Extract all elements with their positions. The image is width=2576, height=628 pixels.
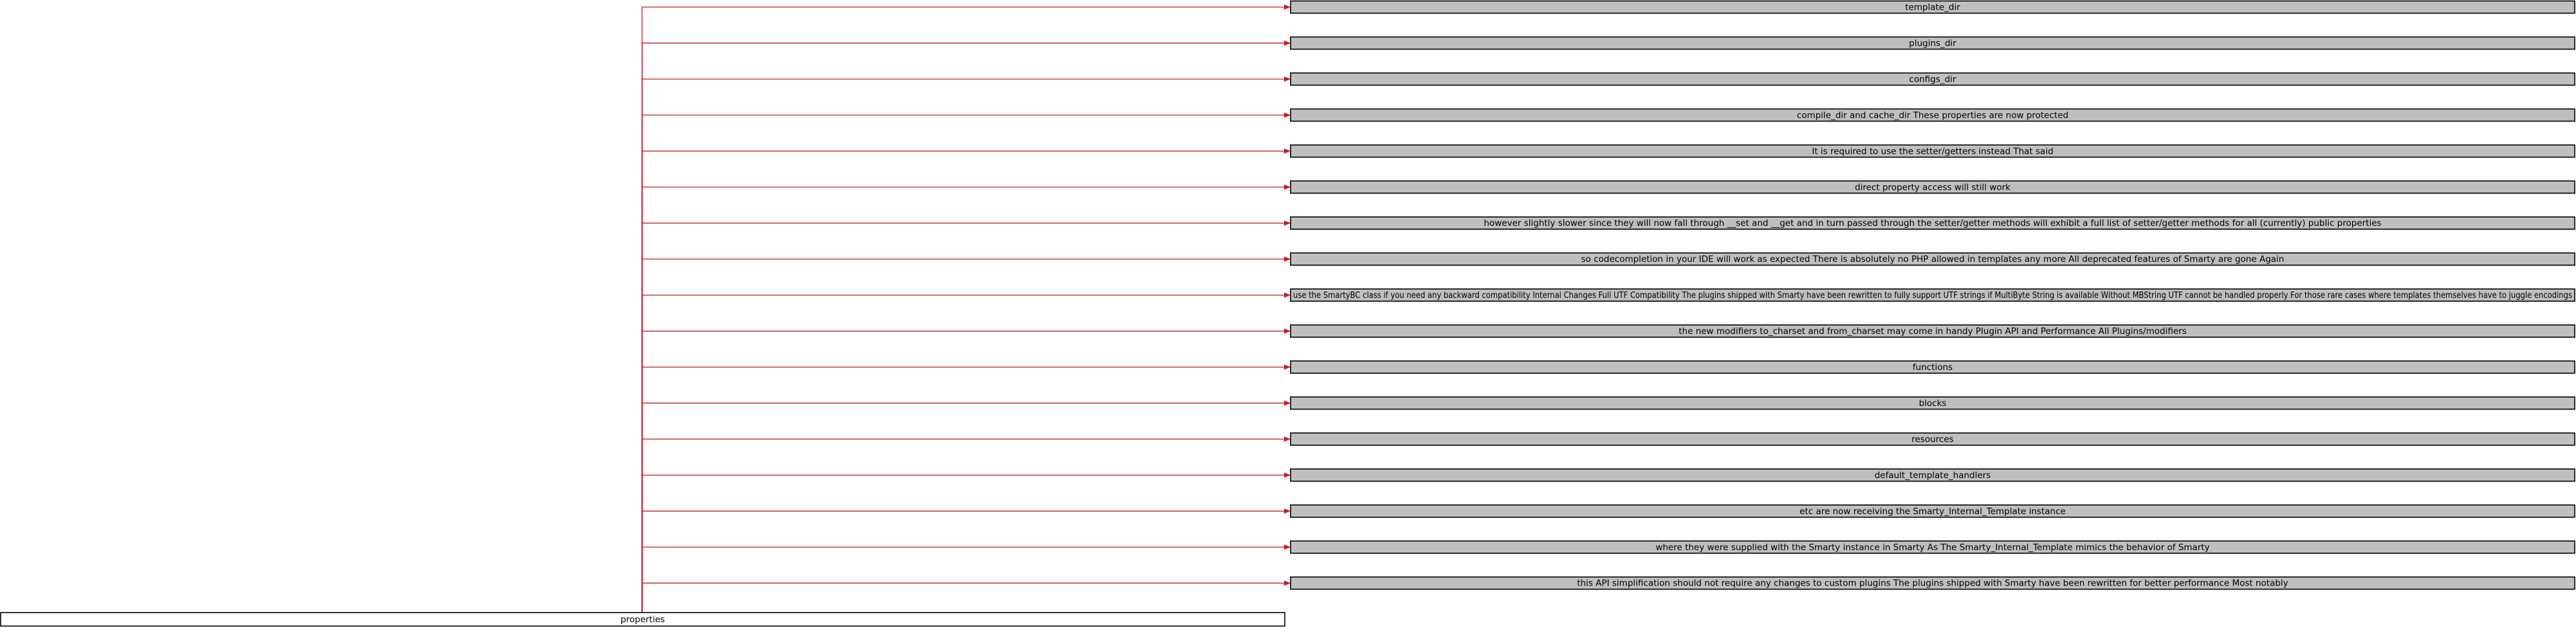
- dependency-node[interactable]: plugins_dir: [1290, 36, 2575, 50]
- dependency-node-label: template_dir: [1905, 3, 1960, 13]
- dependency-node-label: etc are now receiving the Smarty_Interna…: [1799, 506, 2066, 517]
- dependency-node[interactable]: configs_dir: [1290, 72, 2575, 86]
- edge-arrowhead: [1284, 76, 1291, 82]
- dependency-edge: [641, 6, 1285, 613]
- dependency-node[interactable]: use the SmartyBC class if you need any b…: [1290, 288, 2575, 302]
- edge-arrowhead: [1284, 5, 1291, 10]
- dependency-node[interactable]: however slightly slower since they will …: [1290, 216, 2575, 230]
- dependency-edge: [641, 294, 1285, 613]
- dependency-edge: [641, 223, 1285, 613]
- dependency-node-label: blocks: [1919, 398, 1947, 409]
- dependency-node-label: resources: [1911, 434, 1953, 445]
- dependency-node[interactable]: this API simplification should not requi…: [1290, 576, 2575, 590]
- edge-arrowhead: [1284, 220, 1291, 226]
- dependency-node[interactable]: the new modifiers to_charset and from_ch…: [1290, 324, 2575, 338]
- dependency-edge: [641, 582, 1285, 613]
- edge-arrowhead: [1284, 544, 1291, 550]
- edge-arrowhead: [1284, 328, 1291, 334]
- edge-arrowhead: [1284, 472, 1291, 478]
- dependency-edge: [641, 438, 1285, 613]
- dependency-node-label: this API simplification should not requi…: [1577, 578, 2288, 589]
- dependency-node[interactable]: so codecompletion in your IDE will work …: [1290, 252, 2575, 266]
- dependency-node[interactable]: compile_dir and cache_dir These properti…: [1290, 108, 2575, 122]
- dependency-edge: [641, 366, 1285, 613]
- dependency-node-label: the new modifiers to_charset and from_ch…: [1679, 326, 2186, 337]
- node-layer: template_dir plugins_dir configs_dircompil…: [1290, 0, 2575, 590]
- dependency-node-label: however slightly slower since they will …: [1484, 218, 2381, 228]
- edge-arrowhead: [1284, 436, 1291, 442]
- edge-arrowhead: [1284, 400, 1291, 406]
- dependency-edge: [641, 402, 1285, 613]
- dependency-node-label: so codecompletion in your IDE will work …: [1581, 254, 2285, 264]
- root-node[interactable]: properties: [0, 612, 1285, 627]
- dependency-node[interactable]: resources: [1290, 432, 2575, 446]
- edge-arrowhead: [1284, 112, 1291, 118]
- dependency-diagram: template_dir plugins_dir configs_dircompil…: [0, 0, 2575, 627]
- dependency-node-label: where they were supplied with the Smarty…: [1655, 542, 2209, 553]
- edge-arrowhead: [1284, 508, 1291, 514]
- dependency-edge: [641, 474, 1285, 613]
- dependency-node-label: plugins_dir: [1909, 38, 1956, 48]
- dependency-node[interactable]: template_dir: [1290, 0, 2575, 14]
- dependency-edge: [641, 510, 1285, 613]
- dependency-node[interactable]: etc are now receiving the Smarty_Interna…: [1290, 504, 2575, 518]
- dependency-edge: [641, 151, 1285, 613]
- edge-layer: [641, 5, 1291, 613]
- dependency-node[interactable]: It is required to use the setter/getters…: [1290, 144, 2575, 158]
- dependency-node-label: It is required to use the setter/getters…: [1812, 146, 2053, 156]
- edge-arrowhead: [1284, 580, 1291, 586]
- edge-arrowhead: [1284, 256, 1291, 262]
- dependency-node[interactable]: functions: [1290, 360, 2575, 374]
- root-node-label: properties: [621, 614, 665, 625]
- dependency-edge: [641, 187, 1285, 613]
- dependency-node-label: configs_dir: [1909, 74, 1956, 84]
- edge-arrowhead: [1284, 148, 1291, 154]
- edge-arrowhead: [1284, 364, 1291, 370]
- edge-arrowhead: [1284, 40, 1291, 46]
- dependency-node-label: functions: [1913, 362, 1953, 373]
- edge-arrowhead: [1284, 184, 1291, 190]
- dependency-edge: [641, 330, 1285, 613]
- dependency-edge: [641, 546, 1285, 613]
- dependency-node[interactable]: direct property access will still work: [1290, 180, 2575, 194]
- edge-arrowhead: [1284, 292, 1291, 298]
- dependency-edge: [641, 42, 1285, 613]
- dependency-node-label: use the SmartyBC class if you need any b…: [1293, 290, 2572, 300]
- dependency-node[interactable]: where they were supplied with the Smarty…: [1290, 540, 2575, 554]
- dependency-edge: [641, 259, 1285, 613]
- dependency-node-label: direct property access will still work: [1855, 182, 2010, 192]
- dependency-node-label: default_template_handlers: [1875, 470, 1991, 481]
- dependency-node-label: compile_dir and cache_dir These properti…: [1797, 110, 2068, 120]
- dependency-node[interactable]: default_template_handlers: [1290, 468, 2575, 482]
- dependency-edge: [641, 78, 1285, 613]
- dependency-node[interactable]: blocks: [1290, 396, 2575, 410]
- dependency-edge: [641, 115, 1285, 613]
